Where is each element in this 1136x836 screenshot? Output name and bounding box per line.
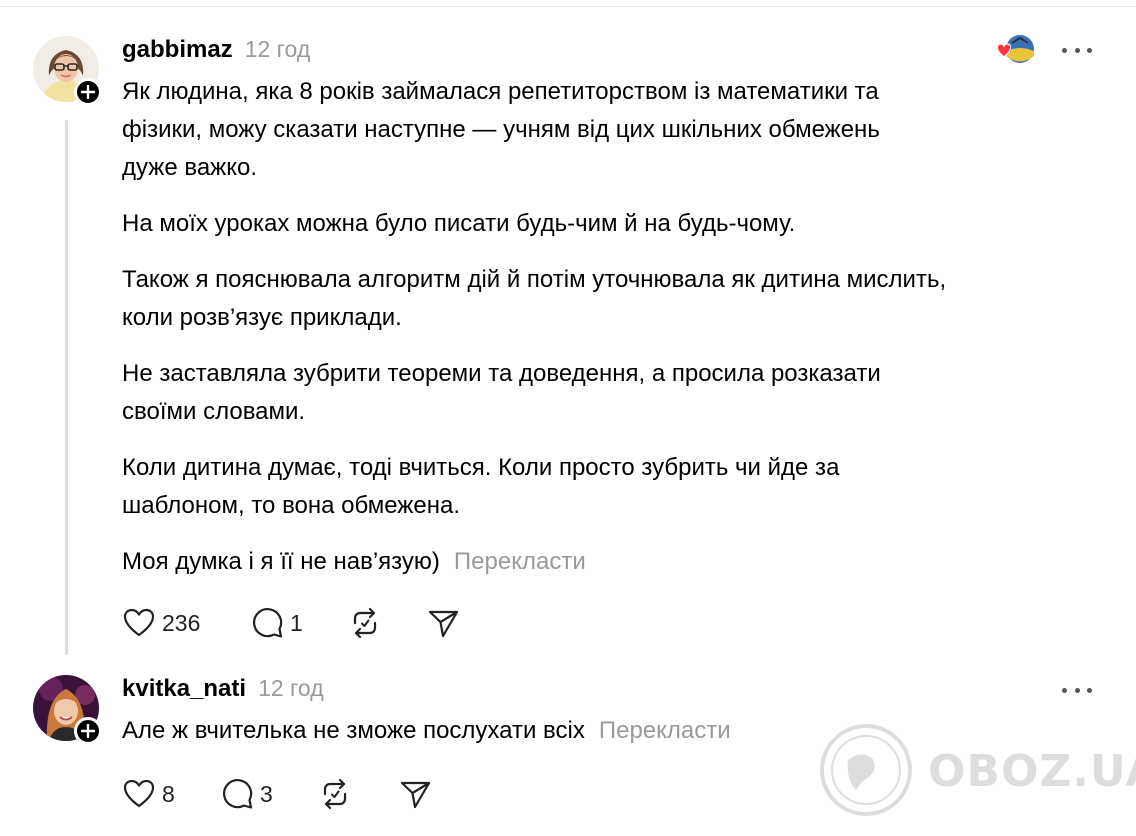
share-button[interactable]	[426, 606, 460, 640]
more-button[interactable]	[1062, 40, 1092, 60]
paper-plane-icon	[400, 781, 431, 809]
post-body: Як людина, яка 8 років займалася репетит…	[122, 73, 1102, 599]
liked-by-author-icon	[996, 35, 1034, 63]
more-dots-icon	[1062, 687, 1067, 693]
last-line: Моя думка і я її не нав’язую)	[122, 548, 440, 575]
more-dots-icon	[1062, 47, 1067, 53]
heart-outline-icon	[123, 779, 155, 808]
reply-button[interactable]: 1	[250, 606, 348, 640]
paragraph: Не заставляла зубрити теореми та доведен…	[122, 360, 881, 425]
username[interactable]: kvitka_nati	[122, 675, 246, 703]
timestamp: 12 год	[258, 675, 324, 701]
timestamp: 12 год	[244, 36, 311, 62]
heart-outline-icon	[123, 608, 155, 637]
thread-line	[65, 120, 68, 655]
plus-icon	[81, 85, 95, 99]
plus-icon	[81, 724, 95, 738]
share-button[interactable]	[398, 777, 432, 811]
like-button[interactable]: 8	[122, 777, 220, 811]
paragraph-last: Моя думка і я її не нав’язую) Перекласти	[122, 543, 1102, 581]
translate-link[interactable]: Перекласти	[454, 548, 586, 575]
paragraph-last: Але ж вчителька не зможе послухати всіх П…	[122, 712, 1102, 750]
like-count: 8	[162, 780, 175, 807]
paper-plane-icon	[428, 610, 459, 638]
repost-button[interactable]	[348, 606, 426, 640]
username[interactable]: gabbimaz	[122, 36, 233, 64]
translate-link[interactable]: Перекласти	[599, 717, 731, 744]
reply-button[interactable]: 3	[220, 777, 318, 811]
reply-count: 1	[290, 609, 303, 636]
top-divider	[0, 6, 1136, 7]
follow-button[interactable]	[74, 78, 102, 106]
repost-arrows-icon	[353, 607, 377, 639]
speech-bubble-icon	[253, 608, 283, 638]
paragraph: Як людина, яка 8 років займалася репетит…	[122, 78, 880, 181]
post-body: Але ж вчителька не зможе послухати всіх П…	[122, 712, 1102, 768]
repost-button[interactable]	[318, 777, 398, 811]
like-count: 236	[162, 609, 201, 636]
paragraph: Також я пояснювала алгоритм дій й потім …	[122, 266, 947, 331]
reply-count: 3	[260, 780, 273, 807]
avatar-wrap[interactable]	[33, 675, 102, 745]
last-line: Але ж вчителька не зможе послухати всіх	[122, 717, 585, 744]
avatar-wrap[interactable]	[33, 36, 102, 106]
more-button[interactable]	[1062, 680, 1092, 700]
repost-arrows-icon	[323, 778, 347, 810]
action-bar: 236 1	[122, 606, 460, 640]
follow-button[interactable]	[74, 717, 102, 745]
speech-bubble-icon	[223, 779, 253, 809]
paragraph: Коли дитина думає, тоді вчиться. Коли пр…	[122, 454, 840, 519]
like-button[interactable]: 236	[122, 606, 250, 640]
post-header: kvitka_nati 12 год	[122, 675, 324, 703]
action-bar: 8 3	[122, 777, 432, 811]
paragraph: На моїх уроках можна було писати будь-чи…	[122, 210, 796, 237]
post-header: gabbimaz 12 год	[122, 36, 310, 64]
